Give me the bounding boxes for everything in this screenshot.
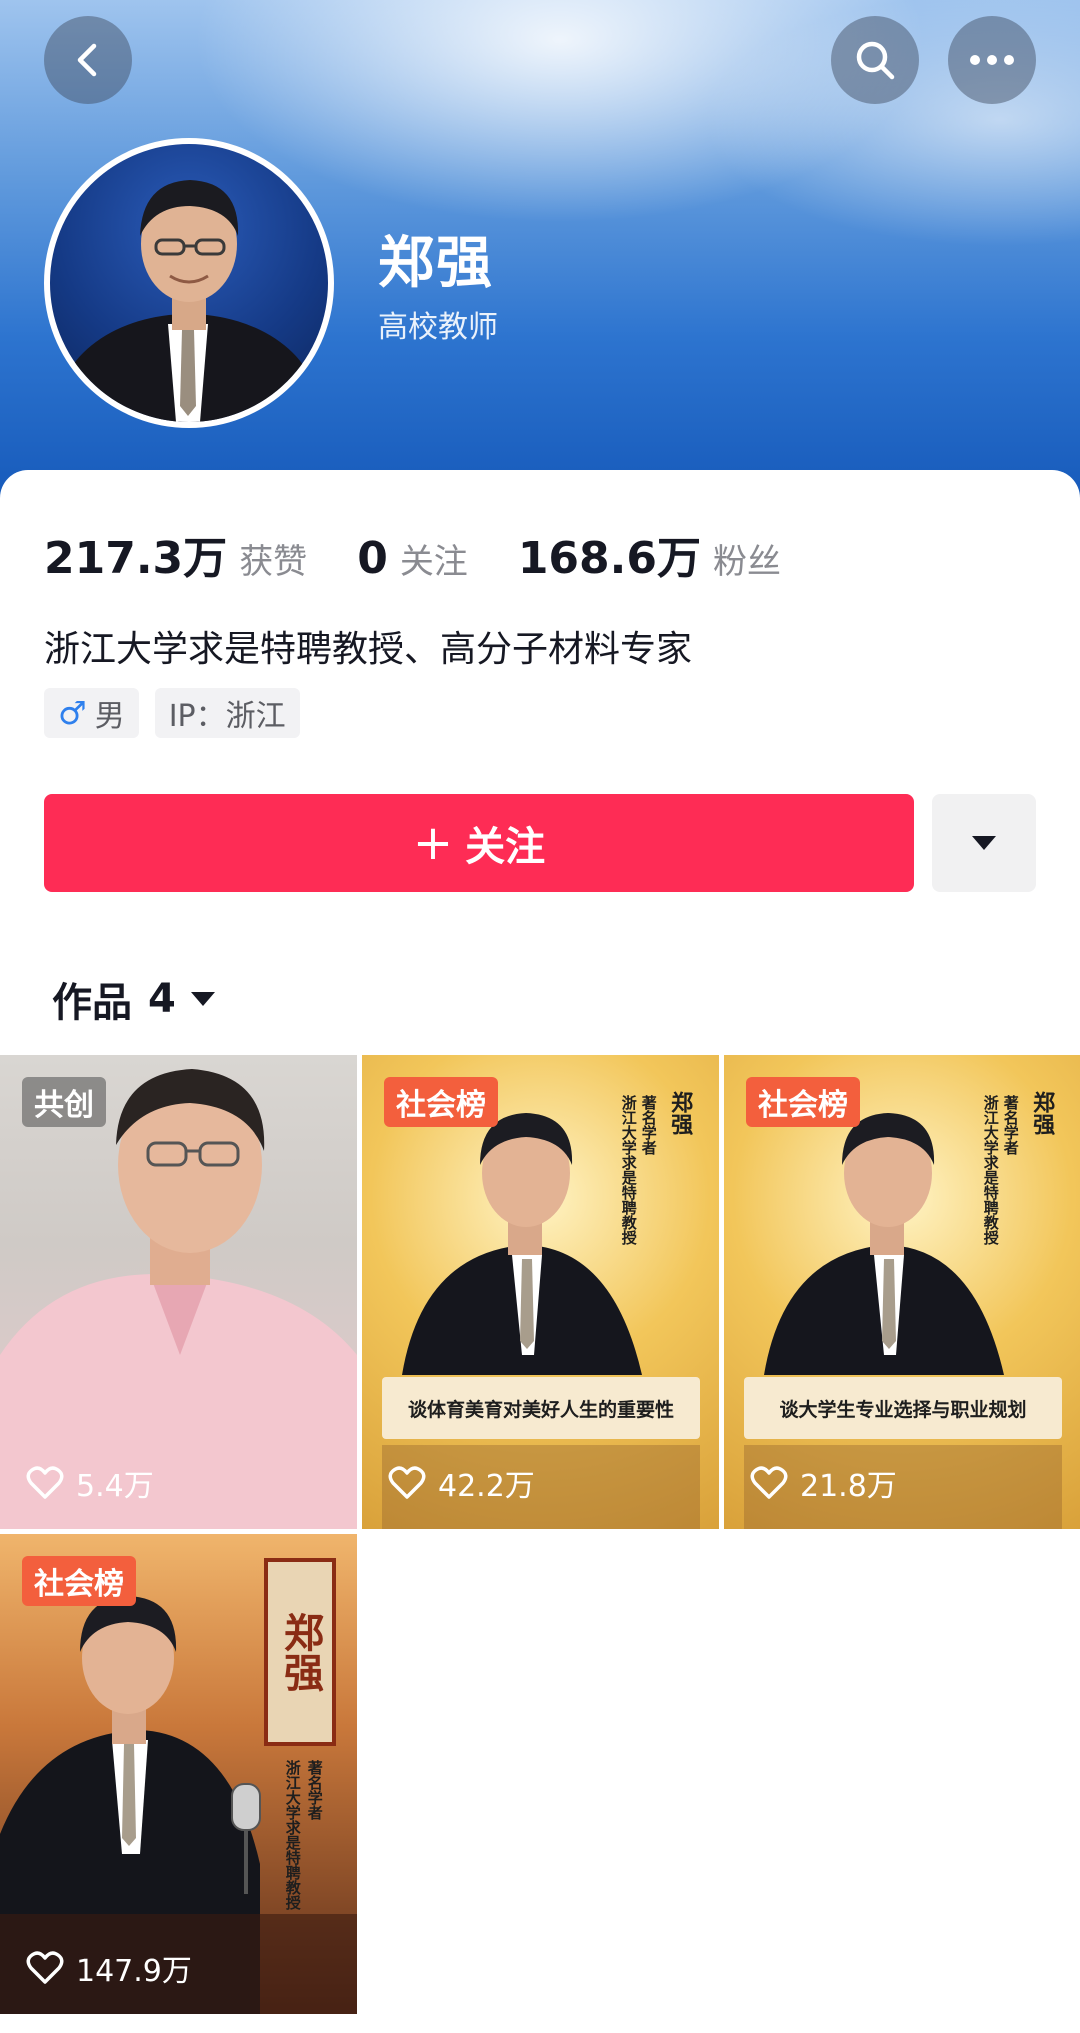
work-likes: 147.9万 (26, 1946, 192, 1990)
work-name-vertical: 郑强 (1029, 1091, 1055, 1135)
work-name-vertical: 郑强 (277, 1612, 323, 1692)
back-chevron-icon (77, 43, 97, 77)
profile-header: 郑强 高校教师 (0, 0, 1080, 520)
stats-row: 217.3万 获赞 0 关注 168.6万 粉丝 (44, 522, 781, 586)
more-button[interactable] (948, 16, 1036, 104)
profile-bio: 浙江大学求是特聘教授、高分子材料专家 (44, 629, 693, 670)
profile-role: 高校教师 (378, 310, 498, 345)
likes-value: 5.4万 (76, 1469, 154, 1504)
heart-icon (26, 1951, 64, 1984)
followers-count[interactable]: 168.6万 (518, 522, 701, 586)
works-label: 作品 (52, 980, 132, 1026)
following-count[interactable]: 0 (357, 533, 388, 584)
gender-tag: ♂ 男 (44, 688, 139, 738)
work-caption: 谈大学生专业选择与职业规划 (744, 1377, 1062, 1439)
follow-dropdown-button[interactable] (932, 794, 1036, 892)
avatar-portrait (58, 180, 318, 422)
heart-icon (750, 1466, 788, 1499)
ip-tag: IP：浙江 (154, 688, 300, 738)
work-name-vertical: 郑强 (667, 1091, 693, 1135)
works-count: 4 (148, 976, 176, 1022)
work-side-text: 浙江大学求是特聘教授 (283, 1760, 302, 1910)
work-name-plate: 郑强 (264, 1558, 336, 1746)
work-badge: 社会榜 (746, 1077, 860, 1127)
avatar[interactable] (44, 138, 334, 428)
ip-label: IP：浙江 (168, 699, 286, 734)
work-badge: 社会榜 (384, 1077, 498, 1127)
caret-down-icon (972, 836, 996, 850)
work-tile[interactable]: 社会榜 郑强 著名学者 浙江大学求是特聘教授 谈体育美育对美好人生的重要性 42… (362, 1055, 719, 1529)
work-side-title: 著名学者 (639, 1095, 658, 1155)
profile-page: 郑强 高校教师 217.3万 获赞 0 关注 168.6万 粉丝 浙江大学求是特… (0, 0, 1080, 2033)
follow-button[interactable]: + 关注 (44, 794, 914, 892)
likes-value: 147.9万 (76, 1954, 192, 1989)
heart-icon (388, 1466, 426, 1499)
profile-card: 217.3万 获赞 0 关注 168.6万 粉丝 浙江大学求是特聘教授、高分子材… (0, 470, 1080, 2033)
work-badge: 社会榜 (22, 1556, 136, 1606)
work-likes: 42.2万 (388, 1461, 535, 1505)
work-tile[interactable]: 共创 5.4万 (0, 1055, 357, 1529)
work-tile[interactable]: 社会榜 郑强 著名学者 浙江大学求是特聘教授 谈大学生专业选择与职业规划 21.… (724, 1055, 1080, 1529)
heart-icon (26, 1466, 64, 1499)
work-likes: 21.8万 (750, 1461, 897, 1505)
works-caret-down-icon (190, 992, 215, 1006)
follow-label: 关注 (465, 824, 546, 870)
gender-label: 男 (94, 699, 125, 734)
work-caption: 谈体育美育对美好人生的重要性 (382, 1377, 700, 1439)
followers-label: 粉丝 (713, 542, 781, 582)
work-side-text: 浙江大学求是特聘教授 (981, 1095, 1000, 1245)
male-icon: ♂ (58, 694, 87, 732)
works-tab[interactable]: 作品 4 (52, 970, 216, 1028)
profile-name: 郑强 (378, 231, 494, 296)
work-side-title: 著名学者 (305, 1760, 324, 1820)
search-button[interactable] (831, 16, 919, 104)
work-side-text: 浙江大学求是特聘教授 (619, 1095, 638, 1245)
work-likes: 5.4万 (26, 1461, 154, 1505)
more-dots-icon (970, 55, 1014, 65)
work-tile[interactable]: 社会榜 郑强 著名学者 浙江大学求是特聘教授 147.9万 (0, 1534, 357, 2014)
following-label: 关注 (399, 542, 468, 582)
profile-tags: ♂ 男 IP：浙江 (44, 688, 300, 738)
work-badge: 共创 (22, 1077, 106, 1127)
back-button[interactable] (44, 16, 132, 104)
work-side-title: 著名学者 (1001, 1095, 1020, 1155)
likes-label: 获赞 (239, 542, 308, 582)
plus-icon: + (412, 815, 454, 871)
likes-value: 21.8万 (800, 1469, 897, 1504)
likes-count[interactable]: 217.3万 (44, 522, 227, 586)
search-icon (856, 41, 895, 80)
likes-value: 42.2万 (438, 1469, 535, 1504)
